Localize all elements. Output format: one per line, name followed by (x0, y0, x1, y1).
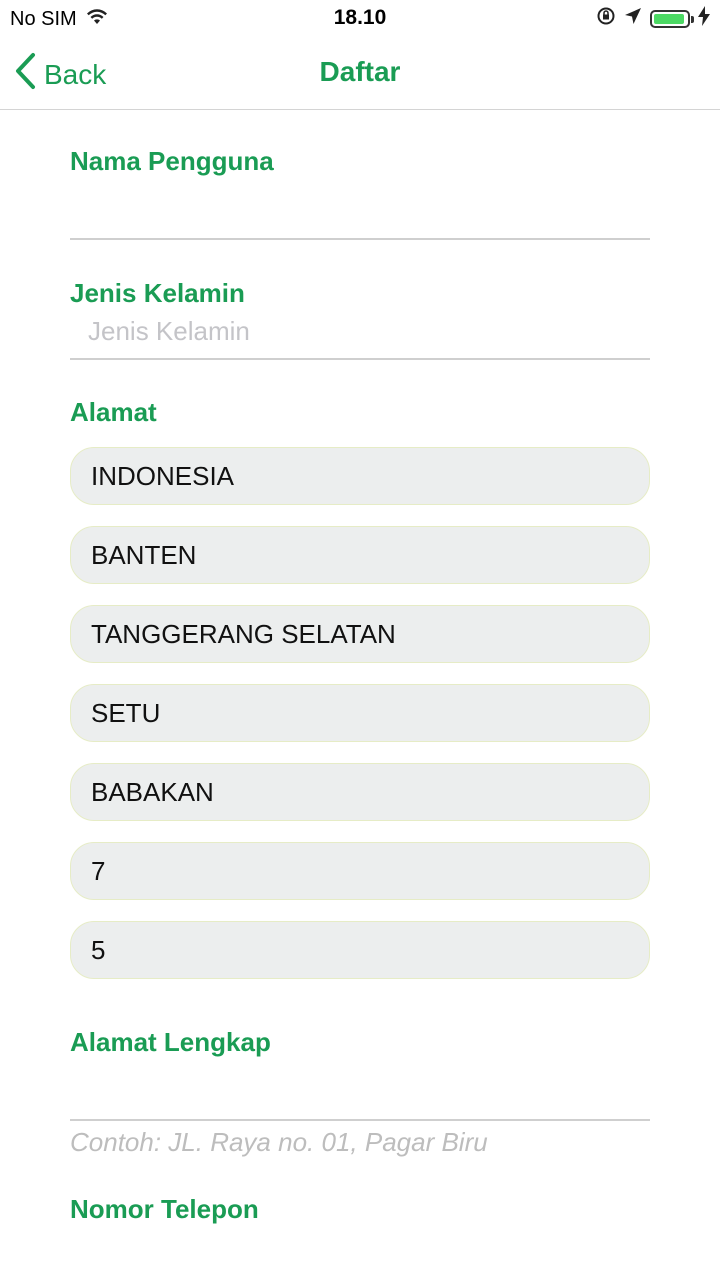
registration-form: Nama Pengguna Jenis Kelamin Alamat INDON… (70, 110, 650, 1224)
full-address-hint: Contoh: JL. Raya no. 01, Pagar Biru (70, 1127, 488, 1157)
register-screen: No SIM 18.10 Back Daftar Nama Pengguna J… (0, 0, 720, 1280)
address-district-select[interactable]: SETU (70, 684, 650, 742)
full-address-label: Alamat Lengkap (70, 1027, 271, 1057)
location-icon (624, 7, 642, 30)
orientation-lock-icon (596, 6, 616, 31)
navigation-bar: Back Daftar (0, 38, 720, 110)
address-province-select[interactable]: BANTEN (70, 526, 650, 584)
address-label: Alamat (70, 397, 157, 427)
charging-icon (698, 6, 710, 31)
status-right (596, 6, 710, 31)
gender-input[interactable] (70, 308, 650, 360)
battery-nub (691, 15, 694, 23)
page-title: Daftar (319, 56, 401, 87)
battery-icon (650, 9, 694, 28)
address-rt-select[interactable]: 5 (70, 921, 650, 979)
phone-label: Nomor Telepon (70, 1194, 259, 1224)
gender-label: Jenis Kelamin (70, 278, 245, 308)
address-village-select[interactable]: BABAKAN (70, 763, 650, 821)
address-country-select[interactable]: INDONESIA (70, 447, 650, 505)
address-rw-select[interactable]: 7 (70, 842, 650, 900)
status-bar: No SIM 18.10 (0, 0, 720, 38)
username-label: Nama Pengguna (70, 146, 274, 176)
address-city-select[interactable]: TANGGERANG SELATAN (70, 605, 650, 663)
full-address-input[interactable] (70, 1057, 650, 1121)
battery-fill (654, 13, 685, 24)
username-input[interactable] (70, 176, 650, 240)
